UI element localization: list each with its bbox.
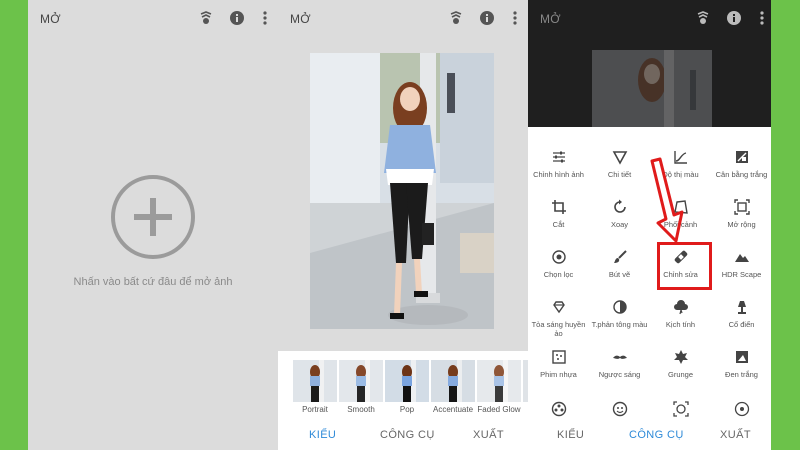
- tool-drama[interactable]: Kịch tính: [650, 299, 711, 351]
- info-icon[interactable]: [228, 9, 246, 27]
- tool-label: Grunge: [667, 370, 694, 379]
- film-grain-icon: [551, 349, 567, 365]
- tab-styles[interactable]: KIỂU: [309, 429, 336, 441]
- tool-label: Tỏa sáng huyền ảo: [531, 320, 586, 338]
- black-white-icon: [734, 349, 750, 365]
- tool-label: Xoay: [610, 220, 629, 229]
- drama-cloud-icon: [673, 299, 689, 315]
- top-bar: MỞ: [278, 0, 528, 38]
- tab-tools[interactable]: CÔNG CỤ: [380, 429, 435, 441]
- tool-black-white[interactable]: Đen trắng: [711, 349, 771, 401]
- style-thumb-smooth[interactable]: [339, 360, 383, 402]
- tool-label: Cổ điển: [728, 320, 755, 329]
- style-label: Portrait: [302, 405, 328, 414]
- tune-sliders-icon: [551, 149, 567, 165]
- style-label: Faded Glow: [477, 405, 521, 414]
- circle-dots-icon: [734, 401, 750, 417]
- style-thumb-faded-glow[interactable]: [477, 360, 521, 402]
- film-reel-icon: [551, 401, 567, 417]
- tool-label: Chi tiết: [607, 170, 632, 179]
- brush-icon: [612, 249, 628, 265]
- tool-label: Bút vẽ: [608, 270, 631, 279]
- face-icon: [612, 401, 628, 417]
- tools-panel: Chỉnh hình ảnh Chi tiết Độ thị màu Cân b…: [528, 127, 771, 420]
- tab-export[interactable]: XUẤT: [473, 429, 504, 441]
- selective-icon: [551, 249, 567, 265]
- info-icon[interactable]: [478, 9, 496, 27]
- bottom-tab-bar: KIỂU CÔNG CỤ XUẤT: [278, 420, 528, 450]
- tool-hdr-scape[interactable]: HDR Scape: [711, 249, 771, 301]
- tool-tune-image[interactable]: Chỉnh hình ảnh: [528, 149, 589, 201]
- highlight-box: [657, 242, 712, 290]
- more-options-icon[interactable]: [256, 9, 274, 27]
- tool-crop[interactable]: Cắt: [528, 199, 589, 251]
- details-triangle-icon: [612, 149, 628, 165]
- styles-strip: Portrait Smooth Pop Accentuate Faded Glo…: [278, 351, 528, 421]
- info-icon[interactable]: [725, 9, 743, 27]
- open-image-hint: Nhấn vào bất cứ đâu để mở ảnh: [73, 276, 233, 288]
- style-thumb-pop[interactable]: [385, 360, 429, 402]
- dimmed-photo: [592, 50, 712, 127]
- more-options-icon[interactable]: [753, 9, 771, 27]
- look-icon[interactable]: [197, 9, 215, 27]
- look-icon[interactable]: [694, 9, 712, 27]
- style-thumb-accentuate[interactable]: [431, 360, 475, 402]
- top-bar: MỞ: [28, 0, 278, 38]
- tab-styles[interactable]: KIỂU: [557, 429, 584, 441]
- tool-vintage[interactable]: Cổ điển: [711, 299, 771, 351]
- tool-glamour-glow[interactable]: Tỏa sáng huyền ảo: [528, 299, 589, 351]
- edited-photo: [310, 53, 494, 329]
- tool-label: Cân bằng trắng: [715, 170, 768, 179]
- tonal-contrast-icon: [612, 299, 628, 315]
- tool-rotate[interactable]: Xoay: [589, 199, 650, 251]
- open-button[interactable]: MỞ: [540, 12, 561, 26]
- tool-white-balance[interactable]: Cân bằng trắng: [711, 149, 771, 201]
- mountain-icon: [734, 249, 750, 265]
- open-button[interactable]: MỞ: [290, 12, 311, 26]
- tool-label: T.phản tông màu: [591, 320, 648, 329]
- mustache-icon: [612, 349, 628, 365]
- tool-label: Cắt: [552, 220, 565, 229]
- style-label: Accentuate: [432, 405, 474, 414]
- bottom-tab-bar: KIỂU CÔNG CỤ XUẤT: [528, 420, 771, 450]
- tool-label: Chỉnh hình ảnh: [533, 170, 584, 179]
- style-thumb-portrait[interactable]: [293, 360, 337, 402]
- tool-label: HDR Scape: [721, 270, 762, 279]
- expand-icon: [733, 199, 750, 215]
- tool-brush[interactable]: Bút vẽ: [589, 249, 650, 301]
- crop-icon: [551, 199, 567, 215]
- open-button[interactable]: MỞ: [40, 12, 61, 26]
- tool-label: Kịch tính: [665, 320, 696, 329]
- more-options-icon[interactable]: [506, 9, 524, 27]
- face-frame-icon: [672, 401, 689, 417]
- style-label: Smooth: [347, 405, 375, 414]
- tool-label: Chọn lọc: [543, 270, 574, 279]
- tool-label: Đen trắng: [725, 370, 758, 379]
- look-icon[interactable]: [447, 9, 465, 27]
- add-image-icon[interactable]: [111, 175, 195, 259]
- styles-screen: MỞ Portrait Smooth Pop Accentuate Faded …: [278, 0, 528, 450]
- glamour-glow-icon: [551, 299, 567, 315]
- tool-retrolux[interactable]: Ngược sáng: [589, 349, 650, 401]
- tool-grunge[interactable]: Grunge: [650, 349, 711, 401]
- vintage-lamp-icon: [734, 299, 750, 315]
- pointer-arrow-icon: [646, 157, 691, 247]
- top-bar: MỞ: [528, 0, 771, 38]
- tool-details[interactable]: Chi tiết: [589, 149, 650, 201]
- tool-selective[interactable]: Chọn lọc: [528, 249, 589, 301]
- empty-screen: MỞ Nhấn vào bất cứ đâu để mở ảnh: [28, 0, 278, 450]
- style-label: Pop: [399, 405, 415, 414]
- white-balance-icon: [734, 149, 750, 165]
- tools-screen: MỞ Chỉnh hình ảnh Chi tiết Độ thị màu Câ…: [528, 0, 771, 450]
- tool-expand[interactable]: Mở rộng: [711, 199, 771, 251]
- tool-label: Ngược sáng: [598, 370, 641, 379]
- tab-export[interactable]: XUẤT: [720, 429, 751, 441]
- tool-label: Phim nhựa: [540, 370, 577, 379]
- rotate-icon: [612, 199, 628, 215]
- tool-label: Mở rộng: [727, 220, 756, 229]
- tab-tools[interactable]: CÔNG CỤ: [629, 429, 684, 441]
- grunge-icon: [673, 349, 689, 365]
- tool-grainy-film[interactable]: Phim nhựa: [528, 349, 589, 401]
- tool-tonal-contrast[interactable]: T.phản tông màu: [589, 299, 650, 351]
